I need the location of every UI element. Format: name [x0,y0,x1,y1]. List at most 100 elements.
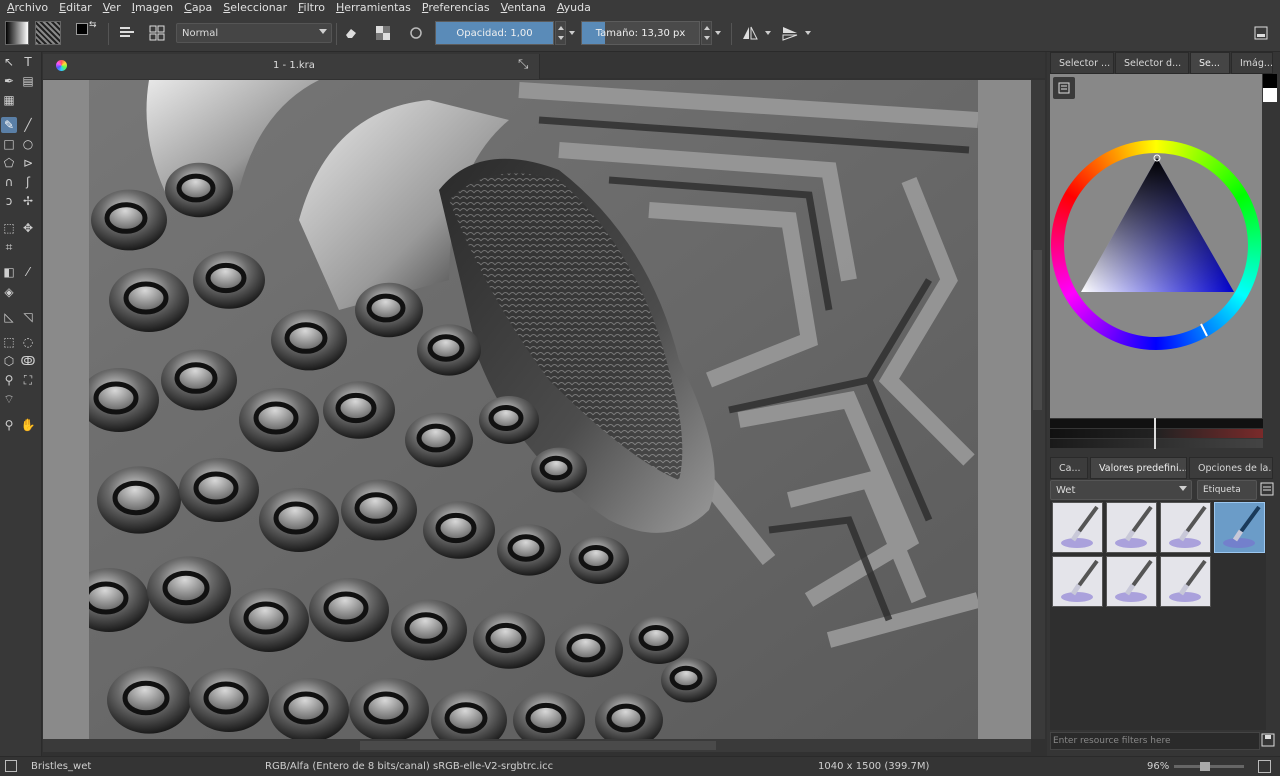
ellipse-select-icon[interactable]: ◌ [20,334,36,350]
menu-ayuda[interactable]: Ayuda [550,1,595,14]
bezier-icon[interactable]: ∩ [1,174,17,190]
move-icon[interactable]: ✥ [20,220,36,236]
menu-ventana[interactable]: Ventana [494,1,550,14]
gradient-icon[interactable]: ◧ [1,264,17,280]
transform-icon[interactable]: ⬚ [1,220,17,236]
brush-preset-thumbnail[interactable] [1160,502,1211,553]
gradient-preset-button[interactable] [4,20,30,46]
menu-preferencias[interactable]: Preferencias [415,1,494,14]
status-colorspace[interactable]: RGB/Alfa (Entero de 8 bits/canal) sRGB-e… [265,761,553,772]
menu-herramientas[interactable]: Herramientas [329,1,415,14]
brush-preset-thumbnail[interactable] [1052,502,1103,553]
foreground-swatch-small[interactable] [1263,74,1277,88]
toolbar-settings-icon[interactable] [1250,20,1272,46]
brush-tag-select[interactable]: Wet [1050,480,1192,500]
freehand-select-icon[interactable]: ↂ [20,353,36,369]
blend-mode-select[interactable]: Normal [176,23,332,43]
fullscreen-icon[interactable] [1258,760,1271,773]
edit-shapes-icon[interactable]: ▤ [20,73,36,89]
menu-filtro[interactable]: Filtro [291,1,329,14]
brush-preset-thumbnail[interactable] [1106,502,1157,553]
opacity-menu-icon[interactable] [569,31,575,35]
tab-brush-presets[interactable]: Valores predefini... [1090,457,1187,479]
reload-preset-icon[interactable] [405,20,427,46]
rect-select-icon[interactable]: ⬚ [1,334,17,350]
zoom-icon[interactable]: ⚲ [1,417,17,433]
tab-image[interactable]: Imág... [1231,52,1273,74]
calligraphy-icon[interactable]: ✒ [1,73,17,89]
pattern-button[interactable] [34,20,62,46]
brush-icon[interactable]: ✎ [1,117,17,133]
edit-brush-settings-icon[interactable] [116,20,138,46]
tag-button[interactable]: Etiqueta [1197,480,1257,500]
close-tab-icon[interactable]: ⤡ [518,57,528,72]
vertical-scrollbar[interactable] [1031,80,1045,739]
pan-icon[interactable]: ✋ [20,417,36,433]
shade-bar-1[interactable] [1050,419,1263,428]
preserve-alpha-icon[interactable] [373,20,393,46]
crop-icon[interactable]: ⌗ [1,239,17,255]
mirror-vertical-menu-icon[interactable] [805,31,811,35]
polygon-icon[interactable]: ⬠ [1,155,17,171]
brush-preset-thumbnail[interactable] [1160,556,1211,607]
zoom-slider-handle[interactable] [1200,762,1210,771]
size-spinner[interactable] [701,21,712,45]
shade-bar-3[interactable] [1050,439,1263,448]
tab-advanced-color-selector[interactable]: Selector ... [1050,52,1114,74]
text-icon[interactable]: T [20,54,36,70]
pattern-edit-icon[interactable]: ▦ [1,92,17,108]
freehand-path-icon[interactable]: ʃ [20,174,36,190]
save-filter-icon[interactable] [1261,733,1277,749]
horizontal-scroll-thumb[interactable] [360,741,716,750]
tab-color-selector[interactable]: Selector d... [1115,52,1189,74]
size-slider[interactable]: Tamaño: 13,30 px [581,21,700,45]
menu-archivo[interactable]: Archivo [0,1,52,14]
eraser-mode-icon[interactable] [341,20,361,46]
dynamic-brush-icon[interactable]: ↄ [1,193,17,209]
measure-icon[interactable]: ◹ [20,309,36,325]
polygon-select-icon[interactable]: ⬡ [1,353,17,369]
mirror-vertical-icon[interactable] [778,20,802,46]
menu-editar[interactable]: Editar [52,1,96,14]
brush-presets-icon[interactable] [146,20,168,46]
painting-canvas[interactable] [89,80,978,739]
multibrush-icon[interactable]: ✢ [20,193,36,209]
preset-view-options-icon[interactable] [1260,482,1276,498]
menu-capa[interactable]: Capa [177,1,216,14]
mirror-horizontal-menu-icon[interactable] [765,31,771,35]
brush-preset-thumbnail[interactable] [1052,556,1103,607]
fill-icon[interactable]: ◈ [1,284,17,300]
zoom-slider[interactable] [1174,762,1244,771]
brush-preset-thumbnail[interactable] [1214,502,1265,553]
ellipse-icon[interactable]: ○ [20,136,36,152]
document-tab[interactable]: 1 - 1.kra ⤡ [43,54,540,79]
tab-capas[interactable]: Ca... [1050,457,1088,479]
vertical-scroll-thumb[interactable] [1033,250,1042,410]
tab-tool-options[interactable]: Opciones de la... [1189,457,1273,479]
assistant-icon[interactable]: ◺ [1,309,17,325]
line-icon[interactable]: ╱ [20,117,36,133]
contiguous-select-icon[interactable]: ⚲ [1,372,17,388]
opacity-spinner[interactable] [555,21,566,45]
brush-preset-thumbnail[interactable] [1106,556,1157,607]
swap-colors-icon[interactable]: ⇆ [89,20,97,30]
saturation-value-triangle[interactable] [1051,140,1261,350]
horizontal-scrollbar[interactable] [43,739,1031,752]
shade-bar-2[interactable] [1050,429,1263,438]
resource-filter-input[interactable]: Enter resource filters here [1050,732,1260,750]
polyline-icon[interactable]: ⊳ [20,155,36,171]
rectangle-icon[interactable]: □ [1,136,17,152]
fg-bg-color-button[interactable]: ⇆ [72,20,100,46]
color-selector-settings-button[interactable] [1053,77,1075,99]
background-swatch-small[interactable] [1263,88,1277,102]
cursor-icon[interactable]: ↖ [1,54,17,70]
tab-selector-active[interactable]: Se... [1190,52,1230,74]
menu-imagen[interactable]: Imagen [125,1,177,14]
mirror-horizontal-icon[interactable] [738,20,762,46]
size-menu-icon[interactable] [715,31,721,35]
opacity-slider[interactable]: Opacidad: 1,00 [435,21,554,45]
hue-ring[interactable] [1051,140,1261,350]
foreground-color-swatch[interactable] [76,23,88,35]
color-picker-icon[interactable]: ⁄ [20,264,36,280]
menu-ver[interactable]: Ver [96,1,125,14]
